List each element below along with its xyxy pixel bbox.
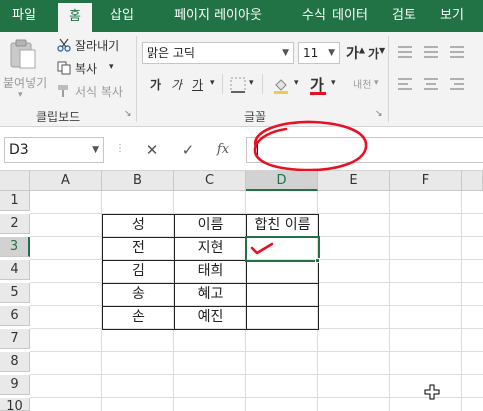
column-header-b[interactable]: B <box>102 171 174 191</box>
row-header-9[interactable]: 9 <box>0 375 30 395</box>
row-header-6[interactable]: 6 <box>0 306 30 326</box>
fill-handle[interactable] <box>315 258 320 263</box>
phonetic-dropdown-icon[interactable]: ▾ <box>374 78 379 88</box>
select-all-corner[interactable] <box>0 171 30 191</box>
row-header-3[interactable]: 3 <box>0 237 30 257</box>
table-cell[interactable]: 전 <box>102 237 175 261</box>
underline-button[interactable]: 가 <box>192 76 203 93</box>
group-separator <box>388 36 389 122</box>
table-cell[interactable]: 송 <box>102 283 175 307</box>
formula-bar: D3 ▼ ⋮ ✕ ✓ fx <box>0 120 483 172</box>
align-left-center-right-icons[interactable] <box>398 76 478 92</box>
grow-font-glyph: 가 <box>346 46 359 62</box>
ribbon-home-panel: 붙여넣기 ▾ 잘라내기 복사 ▾ 서식 복사 클립보드 ↘ 맑은 고딕 ▼ 11… <box>0 32 483 127</box>
red-circle-annotation <box>253 120 368 172</box>
tab-review[interactable]: 검토 <box>380 0 428 32</box>
copy-icon[interactable] <box>57 61 71 75</box>
borders-dropdown-icon[interactable]: ▾ <box>249 78 254 88</box>
paste-button[interactable]: 붙여넣기 <box>3 74 47 91</box>
paste-icon[interactable] <box>8 38 38 70</box>
tab-view[interactable]: 보기 <box>428 0 476 32</box>
italic-button[interactable]: 가 <box>171 76 182 93</box>
column-header-d[interactable]: D <box>246 171 318 191</box>
column-header-partial[interactable] <box>462 171 483 191</box>
bold-button[interactable]: 가 <box>150 76 161 93</box>
clipboard-group-label: 클립보드 <box>36 110 81 124</box>
row-header-8[interactable]: 8 <box>0 352 30 372</box>
tab-file[interactable]: 파일 <box>2 0 46 32</box>
align-top-icons[interactable] <box>398 44 478 60</box>
font-family-value: 맑은 고딕 <box>147 46 195 60</box>
borders-icon[interactable] <box>230 77 246 93</box>
name-box-value: D3 <box>9 142 29 158</box>
cut-button[interactable]: 잘라내기 <box>75 37 119 54</box>
table-cell[interactable]: 혜고 <box>174 283 247 307</box>
row-header-7[interactable]: 7 <box>0 329 30 349</box>
copy-dropdown-icon[interactable]: ▾ <box>109 62 114 72</box>
clipboard-dialog-launcher-icon[interactable]: ↘ <box>124 109 132 119</box>
scissors-icon[interactable] <box>57 38 71 52</box>
tab-data[interactable]: 데이터 <box>320 0 380 32</box>
ribbon-tab-bar: 파일 홈 삽입 페이지 레이아웃 수식 데이터 검토 보기 <box>0 0 483 32</box>
format-painter-icon[interactable] <box>57 84 71 98</box>
font-color-swatch <box>310 92 326 95</box>
font-size-value: 11 <box>303 46 319 60</box>
column-header-f[interactable]: F <box>390 171 462 191</box>
vertical-dots-icon: ⋮ <box>115 143 125 154</box>
group-separator <box>262 74 263 94</box>
grow-font-button[interactable]: 가▲ <box>346 43 365 63</box>
insert-function-button[interactable]: fx <box>211 137 235 163</box>
table-header-cell[interactable]: 이름 <box>174 214 247 238</box>
chevron-down-icon: ▼ <box>92 145 99 155</box>
tab-home[interactable]: 홈 <box>58 3 92 32</box>
phonetic-guide-button[interactable]: 내천 <box>353 76 371 91</box>
paste-dropdown-icon[interactable]: ▾ <box>18 90 23 100</box>
row-header-1[interactable]: 1 <box>0 191 30 211</box>
font-size-select[interactable]: 11 ▼ <box>298 42 340 64</box>
group-separator <box>136 36 137 122</box>
table-cell[interactable]: 손 <box>102 306 175 330</box>
font-color-dropdown-icon[interactable]: ▾ <box>331 78 336 88</box>
name-box[interactable]: D3 ▼ <box>4 137 104 163</box>
underline-dropdown-icon[interactable]: ▾ <box>210 78 215 88</box>
column-header-c[interactable]: C <box>174 171 246 191</box>
column-header-a[interactable]: A <box>30 171 102 191</box>
format-painter-button[interactable]: 서식 복사 <box>75 83 123 100</box>
gridline-vertical <box>461 191 462 411</box>
row-header-2[interactable]: 2 <box>0 214 30 234</box>
cancel-entry-button[interactable]: ✕ <box>140 137 164 163</box>
row-header-4[interactable]: 4 <box>0 260 30 280</box>
chevron-down-icon: ▼ <box>282 48 289 58</box>
chevron-down-icon: ▼ <box>328 48 335 58</box>
red-check-annotation <box>250 242 274 255</box>
tab-page-layout[interactable]: 페이지 레이아웃 <box>152 0 284 32</box>
gridline-horizontal <box>30 374 483 375</box>
copy-button[interactable]: 복사 <box>75 60 97 77</box>
table-cell[interactable]: 태희 <box>174 260 247 284</box>
table-cell[interactable] <box>246 283 319 307</box>
table-header-cell[interactable]: 합친 이름 <box>246 214 319 238</box>
fill-color-dropdown-icon[interactable]: ▾ <box>294 78 299 88</box>
cell-cursor-icon <box>424 384 440 400</box>
column-header-e[interactable]: E <box>318 171 390 191</box>
table-cell[interactable]: 김 <box>102 260 175 284</box>
shrink-font-glyph: 가 <box>368 47 380 61</box>
gridline-horizontal <box>30 397 483 398</box>
font-family-select[interactable]: 맑은 고딕 ▼ <box>142 42 294 64</box>
row-header-5[interactable]: 5 <box>0 283 30 303</box>
gridline-vertical <box>389 191 390 411</box>
table-cell[interactable] <box>246 260 319 284</box>
font-dialog-launcher-icon[interactable]: ↘ <box>375 109 383 119</box>
row-header-10[interactable]: 10 <box>0 398 30 411</box>
table-header-cell[interactable]: 성 <box>102 214 175 238</box>
table-cell[interactable] <box>246 306 319 330</box>
table-cell[interactable]: 지현 <box>174 237 247 261</box>
tab-insert[interactable]: 삽입 <box>100 0 144 32</box>
table-cell[interactable]: 예진 <box>174 306 247 330</box>
fill-color-icon[interactable] <box>272 76 290 94</box>
confirm-entry-button[interactable]: ✓ <box>176 137 200 163</box>
shrink-font-button[interactable]: 가▼ <box>368 45 385 62</box>
group-separator <box>222 74 223 94</box>
gridline-horizontal <box>30 351 483 352</box>
